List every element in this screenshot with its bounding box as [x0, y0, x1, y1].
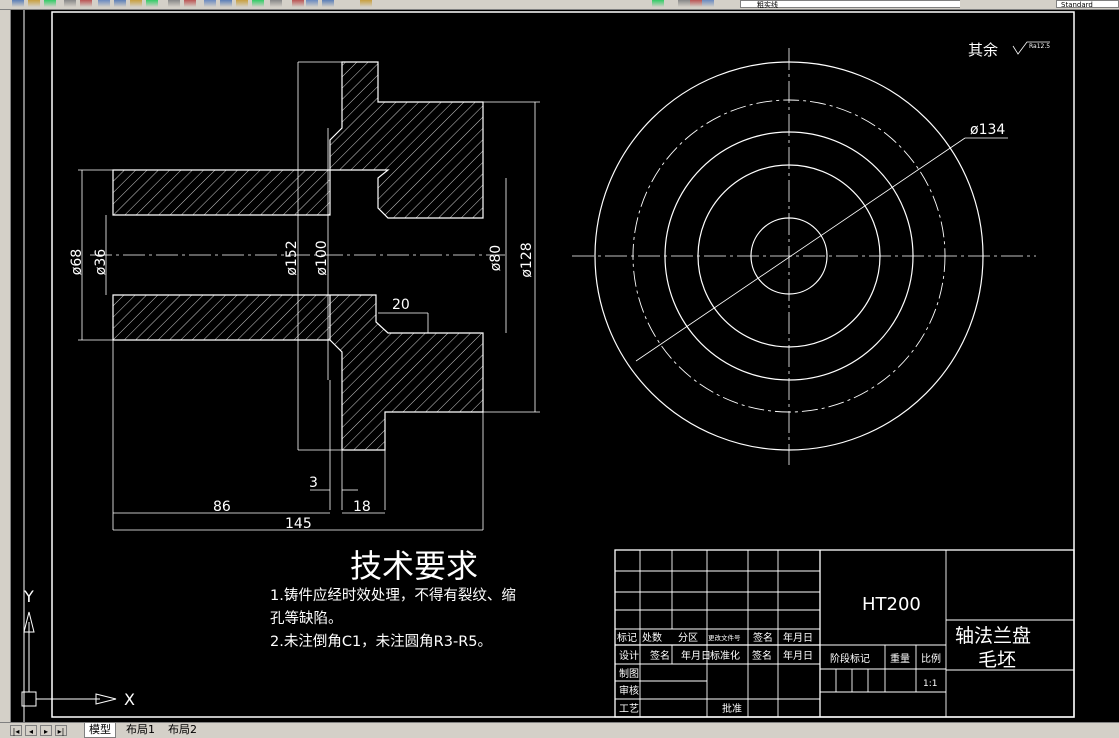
dim-145: 145	[285, 516, 312, 532]
tb-cell-biaoji: 标记	[617, 632, 637, 644]
color-icon[interactable]	[702, 0, 714, 7]
left-toolbar-strip	[0, 10, 11, 722]
layout-tab-bar: |◂ ◂ ▸ ▸| 模型 布局1 布局2	[0, 722, 1119, 738]
new-icon[interactable]	[12, 0, 24, 7]
tb-cell-zhitu: 制图	[619, 667, 639, 680]
dim-d68: ø68	[69, 249, 85, 275]
lock-icon[interactable]	[690, 0, 702, 7]
tab-layout1[interactable]: 布局1	[122, 723, 159, 737]
tb-cell-qianming3: 签名	[752, 649, 772, 662]
dim-d134: ø134	[970, 122, 1005, 138]
tech-line-1: 1.铸件应经时效处理，不得有裂纹、缩	[270, 586, 516, 604]
tb-cell-pizhun: 批准	[722, 702, 742, 715]
layer-name: 粗实线	[757, 1, 778, 9]
dim-d100: ø100	[314, 240, 330, 275]
tb-cell-nianyueri: 年月日	[783, 631, 813, 644]
title-material: HT200	[862, 594, 921, 615]
sun-icon[interactable]	[678, 0, 690, 7]
text-style-name: Standard	[1061, 1, 1093, 9]
cut-icon[interactable]	[98, 0, 110, 7]
open-icon[interactable]	[28, 0, 40, 7]
tb-cell-sheji: 设计	[619, 649, 639, 662]
tb-cell-nianyueri2: 年月日	[681, 649, 711, 662]
dim-3: 3	[309, 475, 318, 491]
next-tab-button[interactable]: ▸	[40, 725, 52, 736]
roughness-label: 其余	[968, 41, 998, 59]
title-part-name-2: 毛坯	[978, 649, 1016, 671]
tb-cell-gongyi: 工艺	[619, 703, 639, 715]
light-icon[interactable]	[652, 0, 664, 7]
tb-cell-biaozhunhua: 标准化	[710, 649, 740, 662]
layer-dropdown[interactable]: 粗实线	[740, 0, 970, 9]
ucs-x-label: X	[124, 690, 135, 709]
tb-cell-fenqu: 分区	[678, 632, 698, 644]
tb-cell-chushu: 处数	[642, 631, 662, 644]
tech-line-2: 孔等缺陷。	[270, 609, 343, 627]
save-icon[interactable]	[44, 0, 56, 7]
print-icon[interactable]	[64, 0, 76, 7]
drawing-canvas[interactable]: ø68 ø36 ø152 ø100 ø80 ø128 20 3 86 18 14…	[11, 10, 1119, 722]
text-style-dropdown[interactable]: Standard	[1056, 0, 1119, 9]
tb-cell-jieduan: 阶段标记	[830, 652, 870, 665]
last-tab-button[interactable]: ▸|	[55, 725, 67, 736]
dim-18: 18	[353, 499, 371, 515]
tb-cell-shenhe: 审核	[619, 684, 639, 697]
tb-cell-qianming2: 签名	[650, 649, 670, 662]
tab-layout2[interactable]: 布局2	[164, 723, 201, 737]
zoom-icon[interactable]	[220, 0, 232, 7]
tb-cell-scale: 1:1	[923, 679, 937, 689]
tab-model[interactable]: 模型	[84, 723, 116, 738]
tech-requirements-title: 技术要求	[350, 547, 478, 585]
redo-icon[interactable]	[184, 0, 196, 7]
roughness-value: Ra12.5	[1029, 43, 1050, 50]
tb-cell-genggai: 更改文件号	[708, 633, 741, 642]
chevron-down-icon[interactable]	[960, 0, 970, 8]
properties-icon[interactable]	[270, 0, 282, 7]
zoom-window-icon[interactable]	[236, 0, 248, 7]
design-center-icon[interactable]	[292, 0, 304, 7]
ucs-icon: X Y	[21, 587, 135, 709]
copy-icon[interactable]	[114, 0, 126, 7]
dim-d152: ø152	[284, 240, 300, 275]
previous-tab-button[interactable]: ◂	[25, 725, 37, 736]
pan-icon[interactable]	[204, 0, 216, 7]
ucs-y-label: Y	[23, 587, 34, 606]
paste-icon[interactable]	[130, 0, 142, 7]
tb-cell-nianyueri3: 年月日	[783, 649, 813, 662]
tb-cell-qianming: 签名	[753, 631, 773, 644]
centerlines	[90, 48, 1036, 465]
tech-line-3: 2.未注倒角C1，未注圆角R3-R5。	[270, 633, 492, 650]
title-part-name-1: 轴法兰盘	[955, 625, 1031, 647]
preview-icon[interactable]	[80, 0, 92, 7]
help-icon[interactable]	[322, 0, 334, 7]
undo-icon[interactable]	[168, 0, 180, 7]
dim-d128: ø128	[519, 242, 535, 277]
dim-d80: ø80	[488, 245, 504, 271]
tb-cell-bili: 比例	[921, 652, 941, 665]
roughness-symbol: 其余 Ra12.5	[968, 41, 1050, 59]
first-tab-button[interactable]: |◂	[10, 725, 22, 736]
standard-toolbar: 粗实线 Standard	[0, 0, 1119, 10]
drawing-frame	[23, 10, 1075, 722]
match-icon[interactable]	[146, 0, 158, 7]
dim-d36: ø36	[93, 249, 109, 275]
zoom-previous-icon[interactable]	[252, 0, 264, 7]
tb-cell-zhongliang: 重量	[890, 652, 910, 665]
layer-icon[interactable]	[360, 0, 372, 7]
dim-86: 86	[213, 499, 231, 515]
tool-palette-icon[interactable]	[306, 0, 318, 7]
dim-20: 20	[392, 297, 410, 313]
